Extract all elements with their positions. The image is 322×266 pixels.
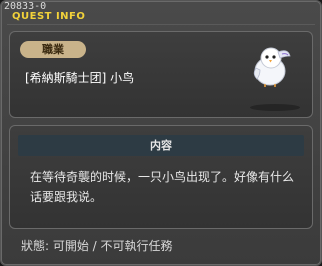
quest-name: [希納斯騎士团] 小鸟 bbox=[25, 71, 135, 85]
quest-status: 狀態: 可開始 / 不可執行任務 bbox=[21, 239, 173, 253]
content-panel: 内容 在等待奇襲的时候，一只小鸟出现了。好像有什么话要跟我说。 bbox=[9, 125, 313, 229]
npc-shadow bbox=[250, 104, 300, 111]
content-text: 在等待奇襲的时候，一只小鸟出现了。好像有什么话要跟我说。 bbox=[30, 170, 295, 204]
quest-info-panel: 職業 [希納斯騎士团] 小鸟 bbox=[9, 31, 313, 118]
white-bird-icon bbox=[253, 47, 291, 87]
job-badge: 職業 bbox=[20, 41, 86, 58]
window-title: QUEST INFO bbox=[12, 11, 86, 22]
content-header: 内容 bbox=[18, 135, 304, 156]
quest-info-window: 20833-0 QUEST INFO 職業 [希納斯騎士团] 小鸟 内容 在等待… bbox=[0, 0, 322, 266]
title-divider bbox=[7, 24, 315, 25]
